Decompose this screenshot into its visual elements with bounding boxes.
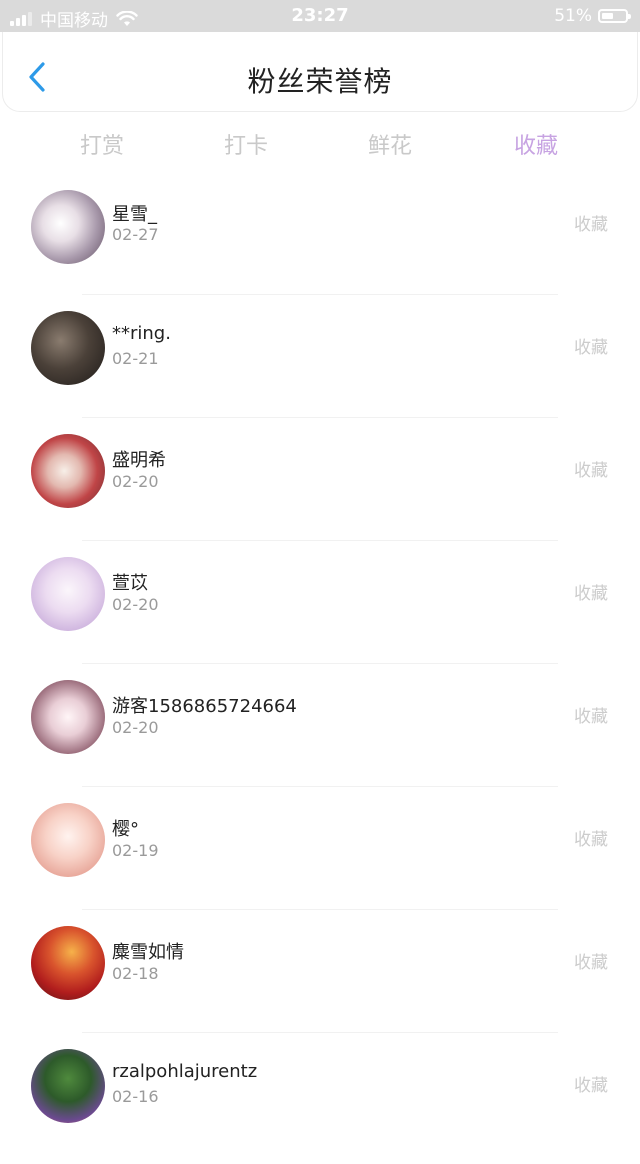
list-item[interactable]: 樱° 02-19 收藏 xyxy=(0,795,640,918)
fan-name: 樱° xyxy=(112,819,139,840)
fan-name: rzalpohlajurentz xyxy=(112,1061,258,1082)
avatar[interactable] xyxy=(31,190,105,264)
divider xyxy=(82,294,558,295)
avatar[interactable] xyxy=(31,1049,105,1123)
fan-name: 麋雪如情 xyxy=(112,942,184,963)
status-right: 51% xyxy=(554,6,631,26)
action-label: 收藏 xyxy=(574,338,608,358)
fan-name: 萱苡 xyxy=(112,573,148,594)
fan-date: 02-16 xyxy=(112,1087,159,1106)
action-label: 收藏 xyxy=(574,584,608,604)
action-label: 收藏 xyxy=(574,953,608,973)
list-item[interactable]: rzalpohlajurentz 02-16 收藏 xyxy=(0,1041,640,1164)
page-title: 粉丝荣誉榜 xyxy=(247,65,393,98)
list-item[interactable]: 游客1586865724664 02-20 收藏 xyxy=(0,672,640,795)
fan-date: 02-19 xyxy=(112,841,159,860)
action-label: 收藏 xyxy=(574,215,608,235)
fan-date: 02-20 xyxy=(112,472,159,491)
tab-flowers[interactable]: 鲜花 xyxy=(368,128,412,160)
battery-icon xyxy=(598,9,631,23)
avatar[interactable] xyxy=(31,803,105,877)
status-bar: 中国移动 23:27 51% xyxy=(0,0,640,32)
fan-name: 盛明希 xyxy=(112,450,166,471)
fan-list: 星雪_ 02-27 收藏 **ring. 02-21 收藏 盛明希 02-20 … xyxy=(0,180,640,1164)
action-label: 收藏 xyxy=(574,707,608,727)
fan-date: 02-27 xyxy=(112,225,159,244)
avatar[interactable] xyxy=(31,311,105,385)
list-item[interactable]: 星雪_ 02-27 收藏 xyxy=(0,180,640,303)
battery-fill xyxy=(602,13,613,19)
divider xyxy=(82,540,558,541)
nav-header: 粉丝荣誉榜 xyxy=(2,32,638,112)
avatar[interactable] xyxy=(31,680,105,754)
action-label: 收藏 xyxy=(574,1076,608,1096)
battery-percent: 51% xyxy=(554,6,592,26)
divider xyxy=(82,1032,558,1033)
tab-bar: 打赏 打卡 鲜花 收藏 xyxy=(0,118,640,168)
fan-date: 02-20 xyxy=(112,595,159,614)
divider xyxy=(82,663,558,664)
list-item[interactable]: **ring. 02-21 收藏 xyxy=(0,303,640,426)
avatar[interactable] xyxy=(31,557,105,631)
fan-date: 02-18 xyxy=(112,964,159,983)
avatar[interactable] xyxy=(31,434,105,508)
divider xyxy=(82,786,558,787)
divider xyxy=(82,417,558,418)
tab-reward[interactable]: 打赏 xyxy=(80,128,124,160)
action-label: 收藏 xyxy=(574,461,608,481)
avatar[interactable] xyxy=(31,926,105,1000)
clock: 23:27 xyxy=(291,5,349,26)
action-label: 收藏 xyxy=(574,830,608,850)
list-item[interactable]: 盛明希 02-20 收藏 xyxy=(0,426,640,549)
fan-name: 游客1586865724664 xyxy=(112,696,297,717)
fan-date: 02-21 xyxy=(112,349,159,368)
fan-name: **ring. xyxy=(112,323,171,344)
list-item[interactable]: 萱苡 02-20 收藏 xyxy=(0,549,640,672)
fan-date: 02-20 xyxy=(112,718,159,737)
divider xyxy=(82,909,558,910)
tab-favorites[interactable]: 收藏 xyxy=(514,128,558,160)
fan-name: 星雪_ xyxy=(112,204,157,225)
tab-checkin[interactable]: 打卡 xyxy=(224,128,268,160)
list-item[interactable]: 麋雪如情 02-18 收藏 xyxy=(0,918,640,1041)
